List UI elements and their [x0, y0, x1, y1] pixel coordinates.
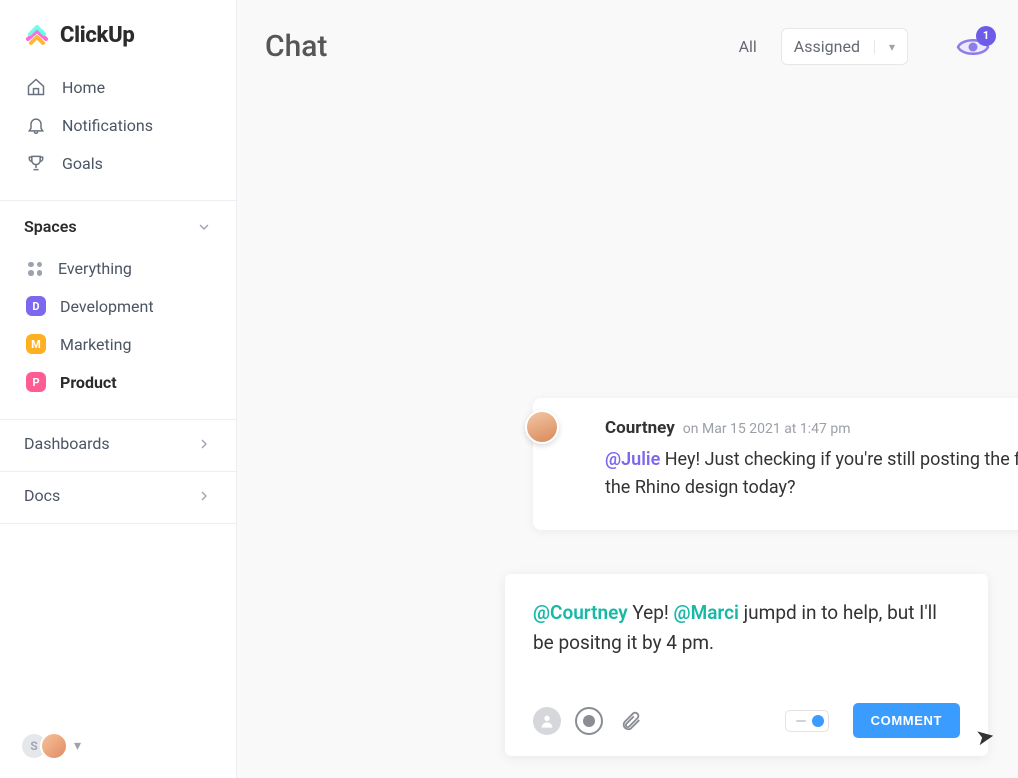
nav-notifications[interactable]: Notifications — [12, 106, 224, 144]
filter-label: Assigned — [794, 37, 860, 56]
spaces-header[interactable]: Spaces — [0, 201, 236, 246]
avatar — [40, 732, 68, 760]
nav-label: Notifications — [62, 116, 153, 135]
space-badge-icon: P — [26, 372, 46, 392]
brand-name: ClickUp — [60, 23, 135, 48]
avatar — [525, 410, 559, 444]
message-author: Courtney — [605, 418, 675, 438]
avatar-stack: S — [20, 732, 68, 760]
divider — [874, 40, 875, 54]
chevron-right-icon — [196, 488, 212, 504]
nav-label: Docs — [24, 486, 60, 505]
nav-dashboards[interactable]: Dashboards — [0, 420, 236, 467]
mention[interactable]: @Marci — [674, 601, 739, 624]
mention[interactable]: @Courtney — [533, 601, 628, 624]
chat-header: Chat All Assigned ▾ 1 — [237, 0, 1018, 65]
watchers-button[interactable]: 1 — [956, 34, 990, 60]
space-label: Development — [60, 297, 154, 316]
space-label: Product — [60, 373, 117, 392]
primary-nav: Home Notifications Goals — [0, 66, 236, 196]
nav-label: Dashboards — [24, 434, 110, 453]
toggle-dot-icon — [812, 715, 824, 727]
filter-all[interactable]: All — [739, 37, 757, 56]
composer-toolbar: COMMENT — [533, 703, 960, 738]
brand[interactable]: ClickUp — [0, 0, 236, 66]
space-development[interactable]: D Development — [12, 287, 224, 325]
sidebar: ClickUp Home Notifications — [0, 0, 237, 778]
filter-assigned-dropdown[interactable]: Assigned ▾ — [781, 28, 908, 65]
page-title: Chat — [265, 29, 327, 64]
message-timestamp: on Mar 15 2021 at 1:47 pm — [683, 421, 851, 437]
watchers-count-badge: 1 — [976, 26, 996, 46]
space-marketing[interactable]: M Marketing — [12, 325, 224, 363]
space-badge-icon: D — [26, 296, 46, 316]
message-body: @Julie Hey! Just checking if you're stil… — [605, 446, 1018, 502]
composer-text[interactable]: @Courtney Yep! @Marci jumpd in to help, … — [533, 598, 960, 657]
nav-docs[interactable]: Docs — [0, 472, 236, 519]
comment-composer[interactable]: @Courtney Yep! @Marci jumpd in to help, … — [505, 574, 988, 756]
chevron-down-icon: ▾ — [889, 40, 895, 54]
trophy-icon — [26, 153, 46, 173]
toggle-bar-icon — [796, 720, 806, 722]
spaces-list: Everything D Development M Marketing P P… — [0, 246, 236, 415]
space-product[interactable]: P Product — [12, 363, 224, 401]
spaces-header-label: Spaces — [24, 217, 77, 236]
everything-icon — [26, 260, 44, 278]
attachment-icon[interactable] — [617, 707, 645, 735]
assign-person-icon[interactable] — [533, 707, 561, 735]
comment-button[interactable]: COMMENT — [853, 703, 960, 738]
message-header: Courtney on Mar 15 2021 at 1:47 pm — [605, 418, 1018, 438]
composer-segment: Yep! — [628, 601, 674, 624]
home-icon — [26, 77, 46, 97]
space-badge-icon: M — [26, 334, 46, 354]
nav-label: Goals — [62, 154, 103, 173]
space-label: Everything — [58, 259, 132, 278]
chevron-right-icon — [196, 436, 212, 452]
divider — [0, 523, 236, 524]
chevron-down-icon: ▾ — [74, 738, 81, 754]
nav-goals[interactable]: Goals — [12, 144, 224, 182]
space-everything[interactable]: Everything — [12, 250, 224, 287]
bell-icon — [26, 115, 46, 135]
message-text: Hey! Just checking if you're still posti… — [605, 449, 1018, 498]
chat-message[interactable]: Courtney on Mar 15 2021 at 1:47 pm @Juli… — [533, 398, 1018, 530]
nav-home[interactable]: Home — [12, 68, 224, 106]
chevron-down-icon — [196, 219, 212, 235]
nav-label: Home — [62, 78, 105, 97]
mention[interactable]: @Julie — [605, 449, 660, 470]
clickup-logo-icon — [24, 22, 50, 48]
main-content: Chat All Assigned ▾ 1 Courtney on Mar 15… — [237, 0, 1018, 778]
record-icon[interactable] — [575, 707, 603, 735]
composer-toggle[interactable] — [785, 710, 829, 732]
sidebar-footer[interactable]: S ▾ — [0, 714, 236, 778]
space-label: Marketing — [60, 335, 131, 354]
